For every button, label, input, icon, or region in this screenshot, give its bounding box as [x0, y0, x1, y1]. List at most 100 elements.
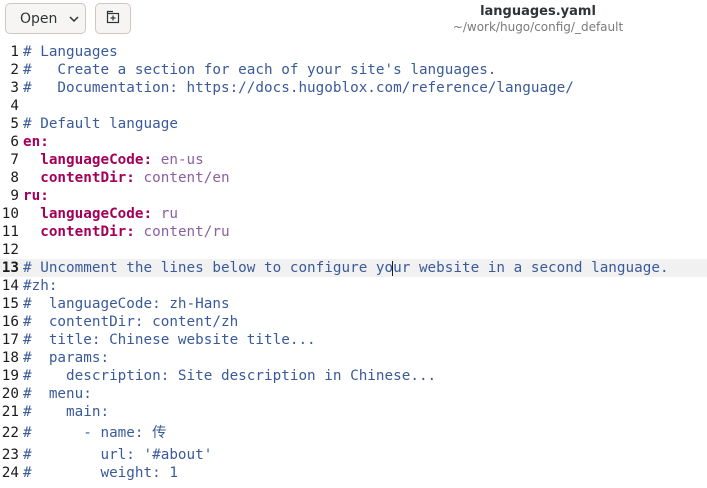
- open-button-label: Open: [20, 10, 58, 27]
- yaml-separator: :: [143, 152, 161, 168]
- code-line[interactable]: 8 contentDir: content/en: [0, 169, 707, 187]
- comment-text: # Languages: [23, 44, 118, 60]
- code-line[interactable]: 22 # - name: 传: [0, 421, 707, 446]
- comment-text: # - name: 传: [23, 425, 167, 441]
- line-content: # description: Site description in Chine…: [23, 367, 436, 385]
- code-line[interactable]: 11 contentDir: content/ru: [0, 223, 707, 241]
- line-number: 11: [1, 224, 19, 240]
- line-content: # menu:: [23, 385, 92, 403]
- line-content: # Documentation: https://docs.hugoblox.c…: [23, 79, 574, 97]
- comment-text: # title: Chinese website title...: [23, 332, 316, 348]
- line-number: 15: [1, 296, 19, 312]
- line-content: # Default language: [23, 115, 178, 133]
- line-number: 8: [10, 170, 19, 186]
- line-content: contentDir: content/ru: [23, 223, 230, 241]
- code-line[interactable]: 12: [0, 241, 707, 259]
- line-number: 21: [1, 404, 19, 420]
- open-button[interactable]: Open: [5, 3, 86, 34]
- code-line[interactable]: 1 # Languages: [0, 43, 707, 61]
- comment-text: # Create a section for each of your site…: [23, 62, 497, 78]
- line-number: 22: [1, 425, 19, 441]
- comment-text: # params:: [23, 350, 110, 366]
- line-content: ru:: [23, 187, 49, 205]
- comment-text: # Default language: [23, 116, 178, 132]
- line-content: # main:: [23, 403, 109, 421]
- new-tab-icon: [106, 9, 120, 28]
- line-content: # Languages: [23, 43, 118, 61]
- line-number: 19: [1, 368, 19, 384]
- line-content: # languageCode: zh-Hans: [23, 295, 230, 313]
- comment-text: # description: Site description in Chine…: [23, 368, 437, 384]
- code-line[interactable]: 3 # Documentation: https://docs.hugoblox.…: [0, 79, 707, 97]
- line-content: # url: '#about': [23, 446, 212, 464]
- line-content: # params:: [23, 349, 109, 367]
- comment-text: #zh:: [23, 278, 58, 294]
- code-line[interactable]: 9 ru:: [0, 187, 707, 205]
- line-number: 4: [10, 98, 19, 114]
- line-number: 18: [1, 350, 19, 366]
- code-line[interactable]: 15 # languageCode: zh-Hans: [0, 295, 707, 313]
- yaml-separator: :: [40, 188, 49, 204]
- line-content: # weight: 1: [23, 464, 178, 482]
- text-editor[interactable]: 1 # Languages 2 # Create a section for each…: [0, 43, 707, 488]
- comment-text: # url: '#about': [23, 447, 213, 463]
- code-line[interactable]: 17 # title: Chinese website title...: [0, 331, 707, 349]
- comment-text: # menu:: [23, 386, 92, 402]
- line-number: 10: [1, 206, 19, 222]
- line-number: 6: [10, 134, 19, 150]
- line-number: 13: [1, 260, 19, 276]
- code-line[interactable]: 19 # description: Site description in Chi…: [0, 367, 707, 385]
- code-line[interactable]: 18 # params:: [0, 349, 707, 367]
- code-line[interactable]: 2 # Create a section for each of your sit…: [0, 61, 707, 79]
- yaml-value: ru: [160, 206, 178, 222]
- line-content: # Create a section for each of your site…: [23, 61, 496, 79]
- line-number: 12: [1, 242, 19, 258]
- yaml-key: ru: [23, 188, 41, 204]
- line-content: languageCode: en-us: [23, 151, 204, 169]
- comment-text: # Uncomment the lines below to configure…: [23, 260, 669, 276]
- yaml-value: content/ru: [143, 224, 230, 240]
- text-cursor: [392, 261, 393, 276]
- line-number: 17: [1, 332, 19, 348]
- yaml-separator: :: [143, 206, 161, 222]
- comment-text: # weight: 1: [23, 465, 178, 481]
- line-content: # contentDir: content/zh: [23, 313, 238, 331]
- code-line[interactable]: 4: [0, 97, 707, 115]
- code-line[interactable]: 20 # menu:: [0, 385, 707, 403]
- code-line[interactable]: 16 # contentDir: content/zh: [0, 313, 707, 331]
- line-number: 9: [10, 188, 19, 204]
- line-number: 14: [1, 278, 19, 294]
- line-number: 2: [10, 62, 19, 78]
- yaml-separator: :: [40, 134, 49, 150]
- code-line[interactable]: 13 # Uncomment the lines below to configu…: [0, 259, 707, 277]
- comment-text: # languageCode: zh-Hans: [23, 296, 230, 312]
- yaml-key: languageCode: [40, 152, 144, 168]
- yaml-key: languageCode: [40, 206, 144, 222]
- line-content: #zh:: [23, 277, 57, 295]
- line-number: 23: [1, 447, 19, 463]
- file-path: ~/work/hugo/config/_default: [452, 20, 624, 34]
- new-tab-button[interactable]: [95, 3, 131, 34]
- code-line[interactable]: 5 # Default language: [0, 115, 707, 133]
- yaml-key: contentDir: [40, 224, 127, 240]
- code-line[interactable]: 7 languageCode: en-us: [0, 151, 707, 169]
- file-title: languages.yaml: [480, 4, 596, 19]
- line-content: en:: [23, 133, 49, 151]
- code-line[interactable]: 24 # weight: 1: [0, 464, 707, 482]
- yaml-value: content/en: [143, 170, 230, 186]
- line-number: 1: [10, 44, 19, 60]
- line-content: # title: Chinese website title...: [23, 331, 316, 349]
- line-number: 24: [1, 465, 19, 481]
- code-line[interactable]: 14 #zh:: [0, 277, 707, 295]
- line-content: # - name: 传: [23, 421, 166, 446]
- comment-text: # contentDir: content/zh: [23, 314, 239, 330]
- line-content: # Uncomment the lines below to configure…: [23, 259, 669, 277]
- yaml-value: en-us: [160, 152, 204, 168]
- code-line[interactable]: 6 en:: [0, 133, 707, 151]
- line-number: 5: [10, 116, 19, 132]
- line-number: 3: [10, 80, 19, 96]
- code-line[interactable]: 23 # url: '#about': [0, 446, 707, 464]
- line-number: 16: [1, 314, 19, 330]
- code-line[interactable]: 10 languageCode: ru: [0, 205, 707, 223]
- code-line[interactable]: 21 # main:: [0, 403, 707, 421]
